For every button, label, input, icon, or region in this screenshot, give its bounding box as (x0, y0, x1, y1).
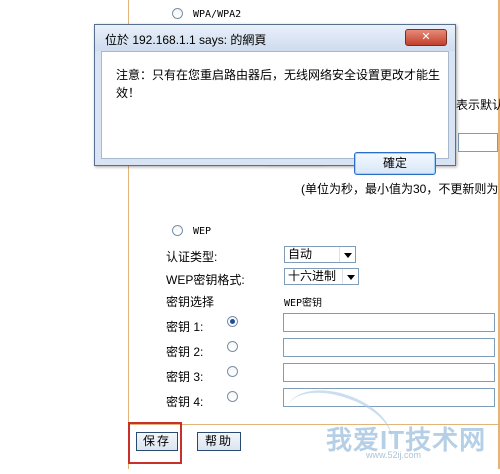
auth-type-select[interactable]: 自动 (284, 246, 356, 263)
key-format-value: 十六进制 (288, 269, 337, 283)
chevron-down-icon (339, 247, 355, 262)
ok-button[interactable]: 確定 (354, 152, 436, 175)
wep-option-label: WEP (193, 226, 212, 237)
key-2-radio[interactable] (227, 341, 238, 352)
wpa-radio[interactable] (172, 8, 183, 19)
key-1-radio[interactable] (227, 316, 238, 327)
wep-key-header: WEP密钥 (284, 298, 323, 309)
interval-input[interactable] (458, 133, 498, 152)
chevron-down-icon (342, 269, 358, 284)
truncated-hint-text: 表示默认 (456, 98, 500, 112)
close-button[interactable]: ✕ (405, 29, 447, 46)
key-4-radio[interactable] (227, 391, 238, 402)
watermark-url: www.52ij.com (366, 450, 422, 460)
key-2-label: 密钥 2: (166, 345, 204, 359)
key-select-header: 密钥选择 (166, 295, 215, 309)
key-1-label: 密钥 1: (166, 320, 204, 334)
key-4-label: 密钥 4: (166, 395, 204, 409)
interval-note: (单位为秒，最小值为30，不更新则为 (301, 182, 499, 196)
dialog-title: 位於 192.168.1.1 says: 的網頁 (105, 33, 267, 47)
dialog-message: 注意：只有在您重启路由器后，无线网络安全设置更改才能生效！ (116, 68, 441, 100)
wpa-option-label: WPA/WPA2 (193, 9, 242, 20)
key-3-radio[interactable] (227, 366, 238, 377)
key-3-label: 密钥 3: (166, 370, 204, 384)
key-3-input[interactable] (283, 363, 495, 382)
auth-type-label: 认证类型: (166, 250, 218, 264)
key-1-input[interactable] (283, 313, 495, 332)
alert-dialog: 位於 192.168.1.1 says: 的網頁 ✕ 注意：只有在您重启路由器后… (94, 24, 456, 175)
dialog-body: 注意：只有在您重启路由器后，无线网络安全设置更改才能生效！ 確定 (101, 51, 449, 175)
key-2-input[interactable] (283, 338, 495, 357)
auth-type-value: 自动 (288, 247, 313, 261)
dialog-titlebar[interactable]: 位於 192.168.1.1 says: 的網頁 ✕ (95, 25, 455, 51)
key-format-select[interactable]: 十六进制 (284, 268, 359, 285)
help-button[interactable]: 帮助 (197, 432, 241, 451)
key-format-label: WEP密钥格式: (166, 273, 245, 287)
save-highlight-annotation (128, 422, 182, 464)
wep-radio[interactable] (172, 225, 183, 236)
